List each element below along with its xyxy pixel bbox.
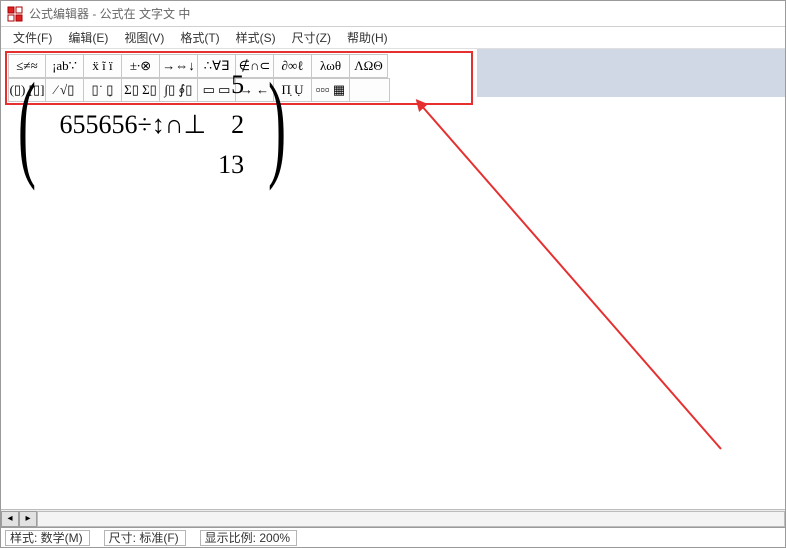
app-icon xyxy=(7,6,23,22)
ruler-strip xyxy=(477,49,785,97)
matrices-button[interactable]: ▫▫▫ ▦ xyxy=(312,78,350,102)
menu-edit[interactable]: 编辑(E) xyxy=(60,27,116,48)
title-bar: 公式编辑器 - 公式在 文字文 中 xyxy=(1,1,785,27)
scroll-track[interactable] xyxy=(37,511,785,527)
status-size[interactable]: 尺寸: 标准(F) xyxy=(104,530,186,546)
equation-display[interactable]: ( 655656÷↕∩⊥ 5 2 13 ) xyxy=(7,65,297,185)
matrix-col-2: 5 2 13 xyxy=(212,65,250,185)
spacer-button[interactable] xyxy=(350,78,390,102)
title-text: 公式编辑器 - 公式在 文字文 中 xyxy=(29,5,190,22)
horizontal-scrollbar[interactable]: ◂ ▸ xyxy=(1,509,785,527)
cell-3-2[interactable]: 13 xyxy=(218,145,244,185)
menu-bar: 文件(F) 编辑(E) 视图(V) 格式(T) 样式(S) 尺寸(Z) 帮助(H… xyxy=(1,27,785,49)
left-paren: ( xyxy=(18,71,36,179)
matrix-body: 655656÷↕∩⊥ 5 2 13 xyxy=(53,65,250,185)
scroll-right-button[interactable]: ▸ xyxy=(19,511,37,527)
matrix-col-1: 655656÷↕∩⊥ xyxy=(53,65,212,185)
menu-size[interactable]: 尺寸(Z) xyxy=(284,27,339,48)
app-window: 公式编辑器 - 公式在 文字文 中 文件(F) 编辑(E) 视图(V) 格式(T… xyxy=(0,0,786,548)
menu-format[interactable]: 格式(T) xyxy=(172,27,227,48)
right-paren: ) xyxy=(268,71,286,179)
menu-style[interactable]: 样式(S) xyxy=(228,27,284,48)
cell-2-1[interactable]: 655656÷↕∩⊥ xyxy=(59,105,206,145)
status-zoom[interactable]: 显示比例: 200% xyxy=(200,530,297,546)
cell-2-2[interactable]: 2 xyxy=(231,105,244,145)
menu-view[interactable]: 视图(V) xyxy=(116,27,172,48)
editor-area[interactable]: ≤≠≈¡ab∵ẍ ĩ ï±∙⊗→⇔↓∴∀∃∉∩⊂∂∞ℓλωθΛΩΘ (▯) [▯… xyxy=(1,49,785,509)
greek-lower-button[interactable]: λωθ xyxy=(312,54,350,78)
menu-help[interactable]: 帮助(H) xyxy=(339,27,396,48)
menu-file[interactable]: 文件(F) xyxy=(5,27,60,48)
greek-upper-button[interactable]: ΛΩΘ xyxy=(350,54,388,78)
status-style[interactable]: 样式: 数学(M) xyxy=(5,530,90,546)
status-bar: 样式: 数学(M) 尺寸: 标准(F) 显示比例: 200% xyxy=(1,527,785,547)
scroll-left-button[interactable]: ◂ xyxy=(1,511,19,527)
cell-1-2[interactable]: 5 xyxy=(231,65,244,105)
